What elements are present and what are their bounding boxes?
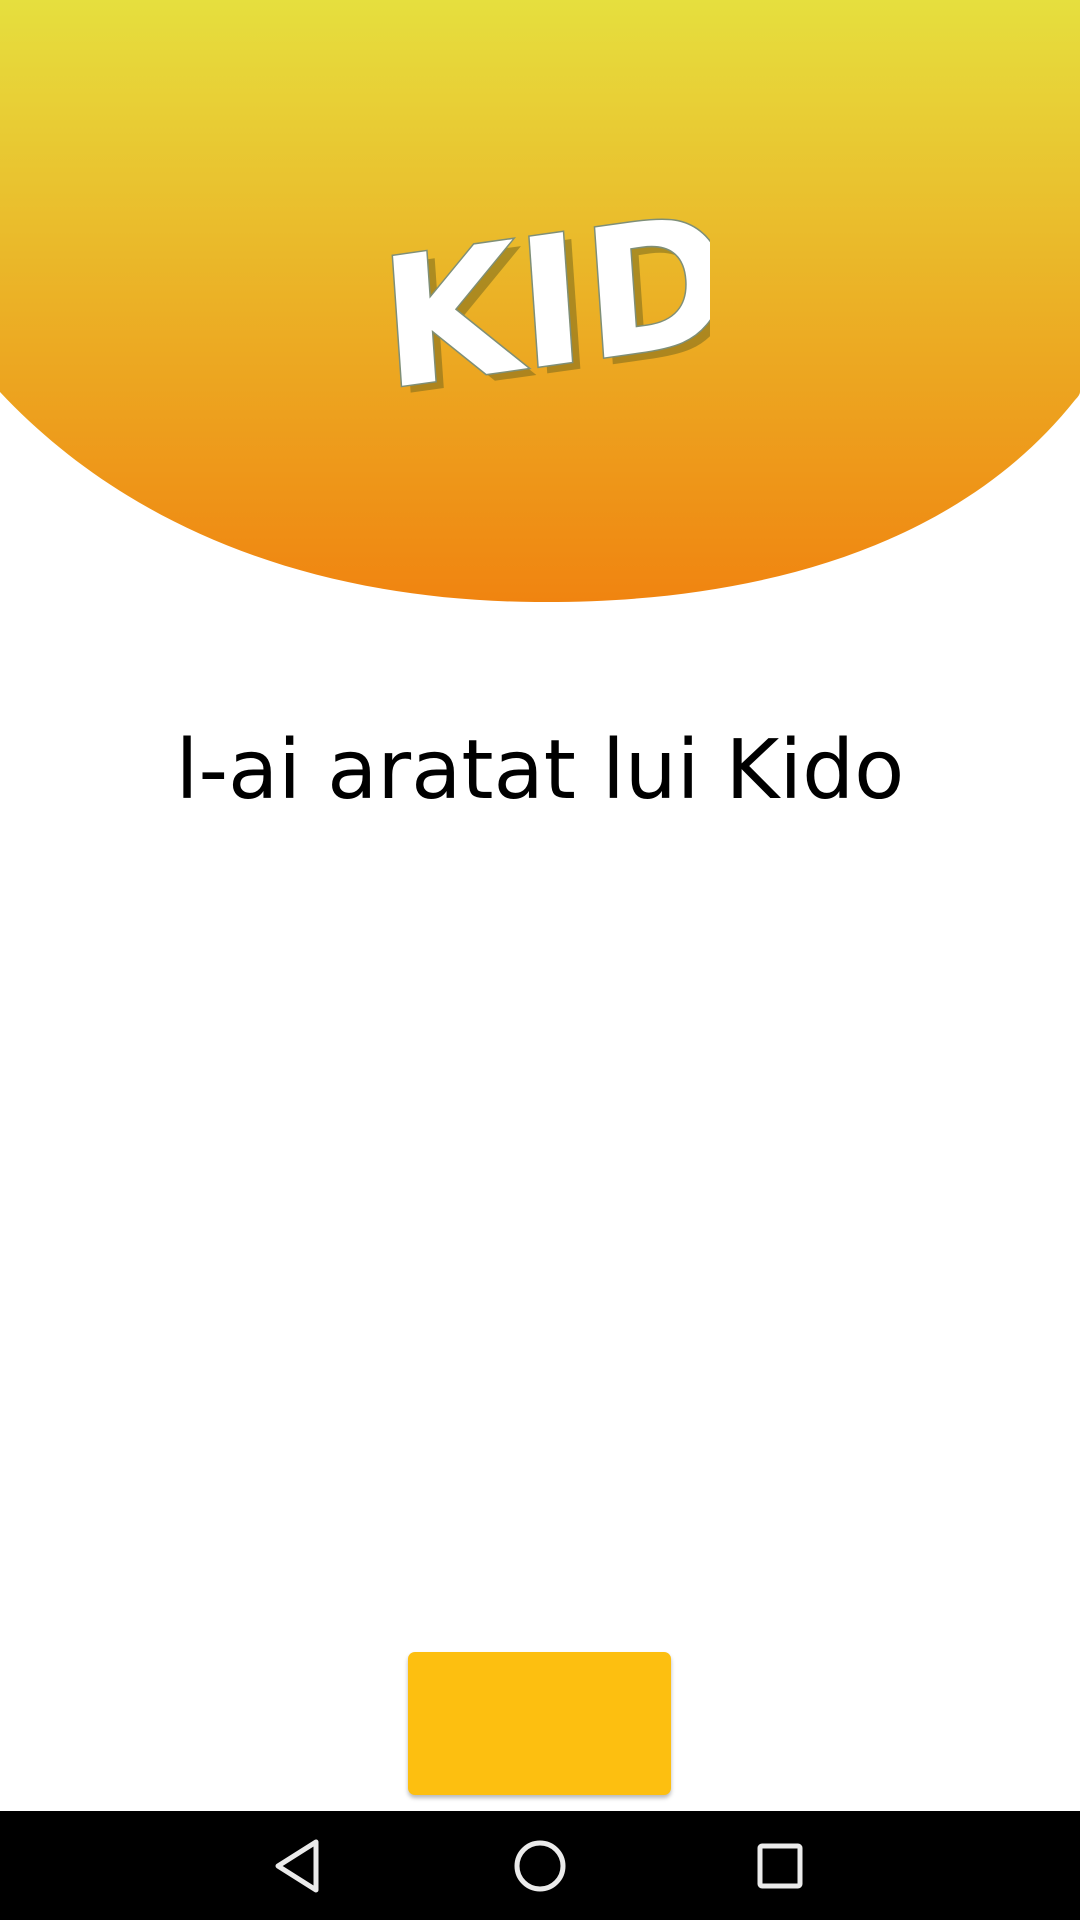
home-button[interactable] (485, 1811, 595, 1920)
status-message: l-ai aratat lui Kido (175, 723, 905, 818)
action-button[interactable] (408, 1652, 671, 1795)
square-recents-icon (757, 1843, 803, 1888)
circle-home-icon (514, 1840, 566, 1891)
back-button[interactable] (244, 1811, 354, 1920)
kido-logo: KIDO KIDO (370, 153, 896, 438)
triangle-back-icon (275, 1839, 319, 1892)
app-screen: KIDO KIDO l-ai aratat lui Kido (0, 0, 1080, 1920)
svg-text:KIDO: KIDO (375, 190, 710, 420)
system-navigation-bar (0, 1811, 1080, 1920)
recents-button[interactable] (725, 1811, 835, 1920)
